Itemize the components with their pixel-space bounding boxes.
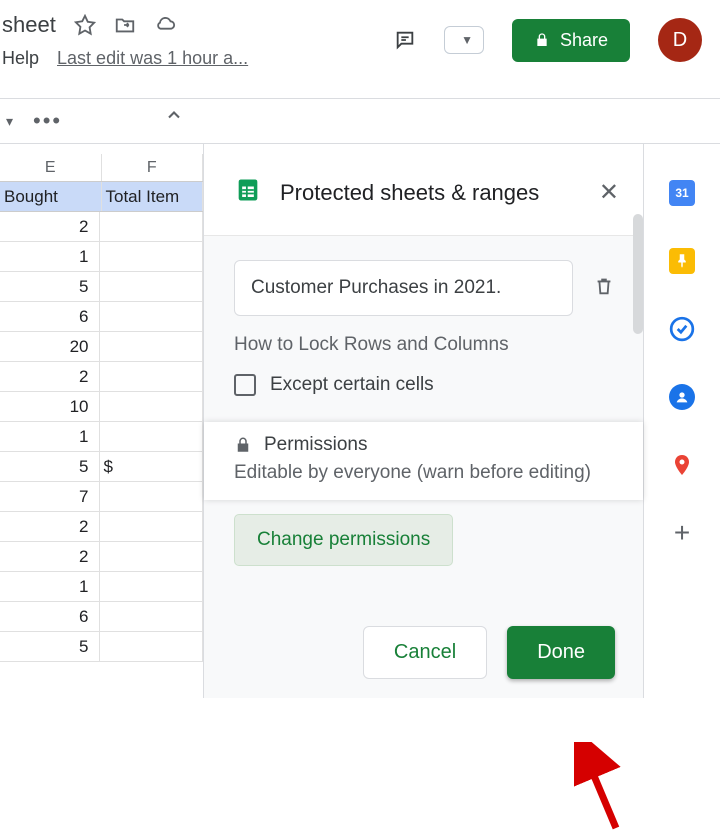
permissions-title: Permissions [264, 434, 367, 456]
move-folder-icon[interactable] [114, 14, 136, 36]
cell[interactable]: $ [100, 452, 204, 481]
cell[interactable] [100, 272, 204, 301]
account-avatar[interactable]: D [658, 18, 702, 62]
side-rail: 31 + [644, 144, 720, 698]
table-row[interactable]: 2 [0, 212, 203, 242]
cell[interactable] [100, 602, 204, 631]
table-row[interactable]: 5 [0, 272, 203, 302]
header-cell-total[interactable]: Total Item [102, 182, 204, 211]
table-row[interactable]: 1 [0, 242, 203, 272]
description-input[interactable] [234, 260, 573, 316]
scrollbar-thumb[interactable] [633, 214, 643, 334]
column-header-f[interactable]: F [102, 154, 204, 181]
cell[interactable]: 2 [0, 362, 100, 391]
header-cell-bought[interactable]: Bought [0, 182, 102, 211]
cell[interactable] [100, 392, 204, 421]
permissions-block: Permissions Editable by everyone (warn b… [204, 422, 643, 500]
table-row[interactable]: 20 [0, 332, 203, 362]
avatar-initial: D [673, 29, 687, 52]
document-title[interactable]: sheet [0, 12, 56, 38]
cell[interactable]: 1 [0, 572, 100, 601]
keep-icon[interactable] [669, 248, 695, 274]
menu-help[interactable]: Help [2, 48, 39, 69]
cell[interactable] [100, 542, 204, 571]
except-cells-checkbox[interactable] [234, 374, 256, 396]
calendar-day-label: 31 [675, 186, 688, 200]
table-row[interactable]: 5 [0, 632, 203, 662]
close-icon[interactable]: ✕ [593, 172, 625, 213]
cancel-button[interactable]: Cancel [363, 626, 487, 679]
table-row[interactable]: 2 [0, 362, 203, 392]
except-cells-label: Except certain cells [270, 374, 434, 396]
sheets-icon [234, 176, 262, 209]
cell[interactable]: 20 [0, 332, 100, 361]
cell[interactable]: 2 [0, 542, 100, 571]
table-row[interactable]: 6 [0, 302, 203, 332]
cell[interactable] [100, 332, 204, 361]
maps-icon[interactable] [669, 452, 695, 478]
permissions-subtitle: Editable by everyone (warn before editin… [234, 462, 621, 484]
comment-history-icon[interactable] [394, 29, 416, 51]
panel-title: Protected sheets & ranges [280, 180, 575, 206]
share-button-label: Share [560, 30, 608, 51]
protected-ranges-panel: Protected sheets & ranges ✕ How to Lock … [204, 144, 644, 698]
annotation-arrow [574, 742, 634, 837]
cell[interactable] [100, 302, 204, 331]
cell[interactable]: 5 [0, 632, 100, 661]
except-cells-row[interactable]: Except certain cells [234, 374, 621, 396]
change-permissions-button[interactable]: Change permissions [234, 514, 453, 566]
cell[interactable]: 10 [0, 392, 100, 421]
cell[interactable] [100, 632, 204, 661]
cell[interactable]: 2 [0, 512, 100, 541]
share-button[interactable]: Share [512, 19, 630, 62]
cell[interactable]: 1 [0, 422, 100, 451]
cell[interactable] [100, 242, 204, 271]
spreadsheet-grid[interactable]: E F Bought Total Item 21562021015$722165 [0, 144, 204, 698]
table-row[interactable]: 1 [0, 422, 203, 452]
table-row[interactable]: 7 [0, 482, 203, 512]
chevron-down-icon: ▼ [461, 33, 473, 47]
star-icon[interactable] [74, 14, 96, 36]
top-toolbar: sheet ▼ Share D Help Last edit was 1 hou… [0, 0, 720, 90]
cell[interactable] [100, 422, 204, 451]
cell[interactable]: 7 [0, 482, 100, 511]
cell[interactable] [100, 482, 204, 511]
column-header-e[interactable]: E [0, 154, 102, 181]
cell[interactable]: 1 [0, 242, 100, 271]
last-edit-link[interactable]: Last edit was 1 hour a... [57, 48, 248, 69]
cell[interactable]: 2 [0, 212, 100, 241]
cell[interactable]: 5 [0, 272, 100, 301]
secondary-toolbar: ▾ ••• [0, 99, 720, 143]
cell[interactable] [100, 362, 204, 391]
dropdown-caret-icon[interactable]: ▾ [6, 113, 13, 130]
present-button[interactable]: ▼ [444, 26, 484, 54]
table-row[interactable]: 10 [0, 392, 203, 422]
table-row[interactable]: 2 [0, 542, 203, 572]
cell[interactable] [100, 512, 204, 541]
sheet-name-label: How to Lock Rows and Columns [234, 334, 621, 356]
collapse-toolbar-icon[interactable] [164, 105, 184, 131]
cell[interactable]: 5 [0, 452, 100, 481]
more-icon[interactable]: ••• [33, 108, 62, 134]
add-addon-icon[interactable]: + [669, 520, 695, 546]
cell[interactable] [100, 212, 204, 241]
main-area: E F Bought Total Item 21562021015$722165… [0, 143, 720, 698]
cell[interactable] [100, 572, 204, 601]
cloud-status-icon[interactable] [154, 14, 176, 36]
calendar-icon[interactable]: 31 [669, 180, 695, 206]
done-button[interactable]: Done [507, 626, 615, 679]
contacts-icon[interactable] [669, 384, 695, 410]
delete-icon[interactable] [587, 269, 621, 308]
cell[interactable]: 6 [0, 302, 100, 331]
table-row[interactable]: 2 [0, 512, 203, 542]
cell[interactable]: 6 [0, 602, 100, 631]
table-row[interactable]: 5$ [0, 452, 203, 482]
table-row[interactable]: 6 [0, 602, 203, 632]
table-row[interactable]: 1 [0, 572, 203, 602]
tasks-icon[interactable] [669, 316, 695, 342]
